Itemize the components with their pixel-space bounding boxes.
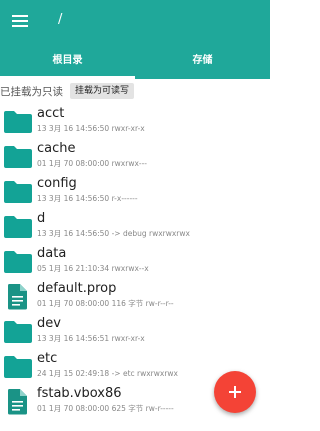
file-name: config (37, 176, 77, 191)
mount-bar: 已挂载为只读 挂载为可读写 (0, 79, 270, 103)
mount-rw-button[interactable]: 挂载为可读写 (70, 83, 135, 99)
file-name: d (37, 211, 46, 226)
app-bar: / 根目录 存储 (0, 0, 270, 79)
tab-storage[interactable]: 存储 (135, 44, 270, 79)
file-meta: 24 1月 15 02:49:18 -> etc rwxrwxrwx (37, 369, 178, 378)
file-row[interactable]: default.prop 01 1月 70 08:00:00 116 字节 rw-… (0, 278, 270, 313)
folder-icon (3, 143, 33, 170)
file-meta: 01 1月 70 08:00:00 116 字节 rw-r--r-- (37, 299, 174, 308)
file-name: cache (37, 141, 76, 156)
file-row[interactable]: cache 01 1月 70 08:00:00 rwxrwx--- (0, 138, 270, 173)
tab-bar: 根目录 存储 (0, 44, 270, 79)
file-row[interactable]: d 13 3月 16 14:56:50 -> debug rwxrwxrwx (0, 208, 270, 243)
mount-status: 已挂载为只读 (0, 86, 63, 98)
file-name: acct (37, 106, 65, 121)
folder-icon (3, 318, 33, 345)
file-meta: 01 1月 70 08:00:00 625 字节 rw-r----- (37, 404, 174, 413)
tab-root[interactable]: 根目录 (0, 44, 135, 79)
folder-icon (3, 213, 33, 240)
file-row[interactable]: acct 13 3月 16 14:56:50 rwxr-xr-x (0, 103, 270, 138)
folder-icon (3, 108, 33, 135)
folder-icon (3, 178, 33, 205)
file-name: dev (37, 316, 61, 331)
file-name: default.prop (37, 281, 117, 296)
file-icon (3, 283, 33, 310)
folder-icon (3, 248, 33, 275)
file-meta: 13 3月 16 14:56:50 r-x------ (37, 194, 138, 203)
file-meta: 05 1月 16 21:10:34 rwxrwx--x (37, 264, 149, 273)
file-icon (3, 388, 33, 415)
add-fab-button[interactable] (214, 371, 256, 413)
file-row[interactable]: data 05 1月 16 21:10:34 rwxrwx--x (0, 243, 270, 278)
file-name: etc (37, 351, 58, 366)
hamburger-menu-icon[interactable] (12, 15, 28, 27)
file-meta: 13 3月 16 14:56:50 rwxr-xr-x (37, 124, 145, 133)
file-row[interactable]: config 13 3月 16 14:56:50 r-x------ (0, 173, 270, 208)
current-path: / (58, 12, 63, 27)
file-meta: 13 3月 16 14:56:50 -> debug rwxrwxrwx (37, 229, 190, 238)
folder-icon (3, 353, 33, 380)
file-meta: 13 3月 16 14:56:51 rwxr-xr-x (37, 334, 145, 343)
file-name: fstab.vbox86 (37, 386, 122, 401)
file-row[interactable]: dev 13 3月 16 14:56:51 rwxr-xr-x (0, 313, 270, 348)
file-meta: 01 1月 70 08:00:00 rwxrwx--- (37, 159, 148, 168)
file-name: data (37, 246, 67, 261)
